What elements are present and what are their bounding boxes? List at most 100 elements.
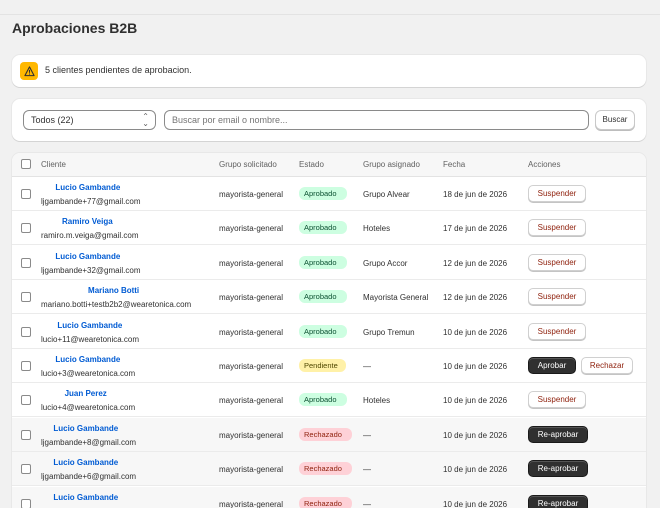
requested-group: mayorista-general <box>219 224 284 234</box>
row-checkbox[interactable] <box>21 429 31 440</box>
table-row: Lucio Gambande ljgambande+6@gmail.com mayo… <box>12 452 646 487</box>
request-date: 10 de jun de 2026 <box>443 499 508 508</box>
row-checkbox[interactable] <box>21 257 31 268</box>
suspend-button[interactable]: Suspender <box>528 391 586 409</box>
table-row: Ramiro Veiga ramiro.m.veiga@gmail.com mayo… <box>12 211 646 246</box>
table-row: Mariano Botti mariano.botti+testb2b2@wear… <box>12 280 646 315</box>
status-badge: Rechazado <box>299 427 352 441</box>
client-name-link[interactable]: Lucio Gambande <box>57 321 122 330</box>
clients-table: Cliente Grupo solicitado Estado Grupo as… <box>12 153 646 508</box>
request-date: 10 de jun de 2026 <box>443 430 508 440</box>
client-email: ramiro.m.veiga@gmail.com <box>41 231 139 241</box>
banner-text: 5 clientes pendientes de aprobacion. <box>45 65 192 75</box>
status-filter-select[interactable]: Todos (22) ⌃ ⌄ <box>23 110 156 130</box>
status-badge: Aprobado <box>299 324 347 338</box>
header-fecha: Fecha <box>443 160 466 169</box>
request-date: 10 de jun de 2026 <box>443 396 508 406</box>
suspend-button[interactable]: Suspender <box>528 253 586 271</box>
approve-button[interactable]: Aprobar <box>528 357 576 374</box>
requested-group: mayorista-general <box>219 499 284 508</box>
table-header: Cliente Grupo solicitado Estado Grupo as… <box>12 153 646 177</box>
request-date: 10 de jun de 2026 <box>443 327 508 337</box>
request-date: 17 de jun de 2026 <box>443 224 508 234</box>
table-row: Lucio Gambandeljgambande+5@gmail.commayo… <box>12 486 646 508</box>
suspend-button[interactable]: Suspender <box>528 219 586 237</box>
search-button[interactable]: Buscar <box>595 110 635 130</box>
status-filter-value: Todos (22) <box>31 115 74 125</box>
row-checkbox[interactable] <box>21 292 31 303</box>
client-email: mariano.botti+testb2b2@wearetonica.com <box>41 300 192 310</box>
client-name-link[interactable]: Lucio Gambande <box>53 424 118 433</box>
requested-group: mayorista-general <box>219 327 284 337</box>
row-checkbox[interactable] <box>21 326 31 337</box>
status-badge: Aprobado <box>299 221 347 235</box>
assigned-group: — <box>363 362 371 371</box>
assigned-group: Grupo Accor <box>363 258 408 268</box>
status-badge: Aprobado <box>299 290 347 304</box>
client-name-link[interactable]: Lucio Gambande <box>53 493 118 502</box>
filters-bar: Todos (22) ⌃ ⌄ Buscar <box>12 99 646 141</box>
suspend-button[interactable]: Suspender <box>528 288 586 306</box>
warning-icon <box>20 62 38 80</box>
reapprove-button[interactable]: Re-aprobar <box>528 460 588 478</box>
client-name-link[interactable]: Ramiro Veiga <box>62 217 113 226</box>
table-row: Lucio Gambande ljgambande+8@gmail.com mayo… <box>12 417 646 452</box>
assigned-group: Grupo Alvear <box>363 190 410 199</box>
requested-group: mayorista-general <box>219 190 284 199</box>
reapprove-button[interactable]: Re-aprobar <box>528 425 588 443</box>
requested-group: mayorista-general <box>219 430 284 440</box>
client-email: ljgambande+8@gmail.com <box>41 437 137 447</box>
table-row: Lucio Gambande ljgambande+77@gmail.com may… <box>12 177 646 211</box>
client-email: lucio+11@wearetonica.com <box>41 334 140 344</box>
row-checkbox[interactable] <box>21 464 31 475</box>
client-email: ljgambande+77@gmail.com <box>41 197 141 206</box>
top-divider <box>0 14 660 15</box>
client-name-link[interactable]: Juan Perez <box>65 389 107 398</box>
table-row: Juan Perez lucio+4@wearetonica.com mayoris… <box>12 383 646 418</box>
request-date: 10 de jun de 2026 <box>443 362 508 371</box>
status-badge: Rechazado <box>299 496 352 508</box>
status-badge: Aprobado <box>299 393 347 407</box>
client-name-link[interactable]: Lucio Gambande <box>55 252 120 261</box>
row-checkbox[interactable] <box>21 395 31 406</box>
chevron-updown-icon: ⌃ ⌄ <box>142 112 149 128</box>
client-email: ljgambande+32@gmail.com <box>41 265 141 275</box>
requested-group: mayorista-general <box>219 396 284 406</box>
requested-group: mayorista-general <box>219 362 284 371</box>
table-row: Lucio Gambande lucio+3@wearetonica.com may… <box>12 349 646 383</box>
pending-banner: 5 clientes pendientes de aprobacion. <box>12 55 646 87</box>
assigned-group: — <box>363 465 371 475</box>
search-input[interactable] <box>164 110 589 130</box>
client-name-link[interactable]: Lucio Gambande <box>55 183 120 192</box>
assigned-group: Grupo Tremun <box>363 327 415 337</box>
row-checkbox[interactable] <box>21 223 31 234</box>
header-acciones: Acciones <box>528 160 561 169</box>
header-grupo-solicitado: Grupo solicitado <box>219 160 277 169</box>
select-all-checkbox[interactable] <box>21 159 31 169</box>
client-email: lucio+4@wearetonica.com <box>41 403 136 413</box>
header-estado: Estado <box>299 160 324 169</box>
assigned-group: — <box>363 499 371 508</box>
assigned-group: Hoteles <box>363 396 391 406</box>
row-checkbox[interactable] <box>21 189 31 199</box>
client-name-link[interactable]: Lucio Gambande <box>55 355 120 364</box>
row-checkbox[interactable] <box>21 498 31 508</box>
reapprove-button[interactable]: Re-aprobar <box>528 494 588 508</box>
page-title: Aprobaciones B2B <box>12 20 138 36</box>
header-grupo-asignado: Grupo asignado <box>363 160 420 169</box>
reject-button[interactable]: Rechazar <box>581 357 633 374</box>
suspend-button[interactable]: Suspender <box>528 322 586 340</box>
status-badge: Aprobado <box>299 255 347 269</box>
client-name-link[interactable]: Lucio Gambande <box>53 458 118 467</box>
requested-group: mayorista-general <box>219 258 284 268</box>
header-cliente: Cliente <box>41 160 66 169</box>
assigned-group: Mayorista General <box>363 293 429 303</box>
requested-group: mayorista-general <box>219 293 284 303</box>
suspend-button[interactable]: Suspender <box>528 185 586 202</box>
request-date: 12 de jun de 2026 <box>443 258 508 268</box>
client-name-link[interactable]: Mariano Botti <box>88 286 139 295</box>
row-checkbox[interactable] <box>21 361 31 371</box>
table-row: Lucio Gambande ljgambande+32@gmail.com may… <box>12 246 646 280</box>
assigned-group: Hoteles <box>363 224 391 234</box>
client-email: ljgambande+6@gmail.com <box>41 472 137 482</box>
